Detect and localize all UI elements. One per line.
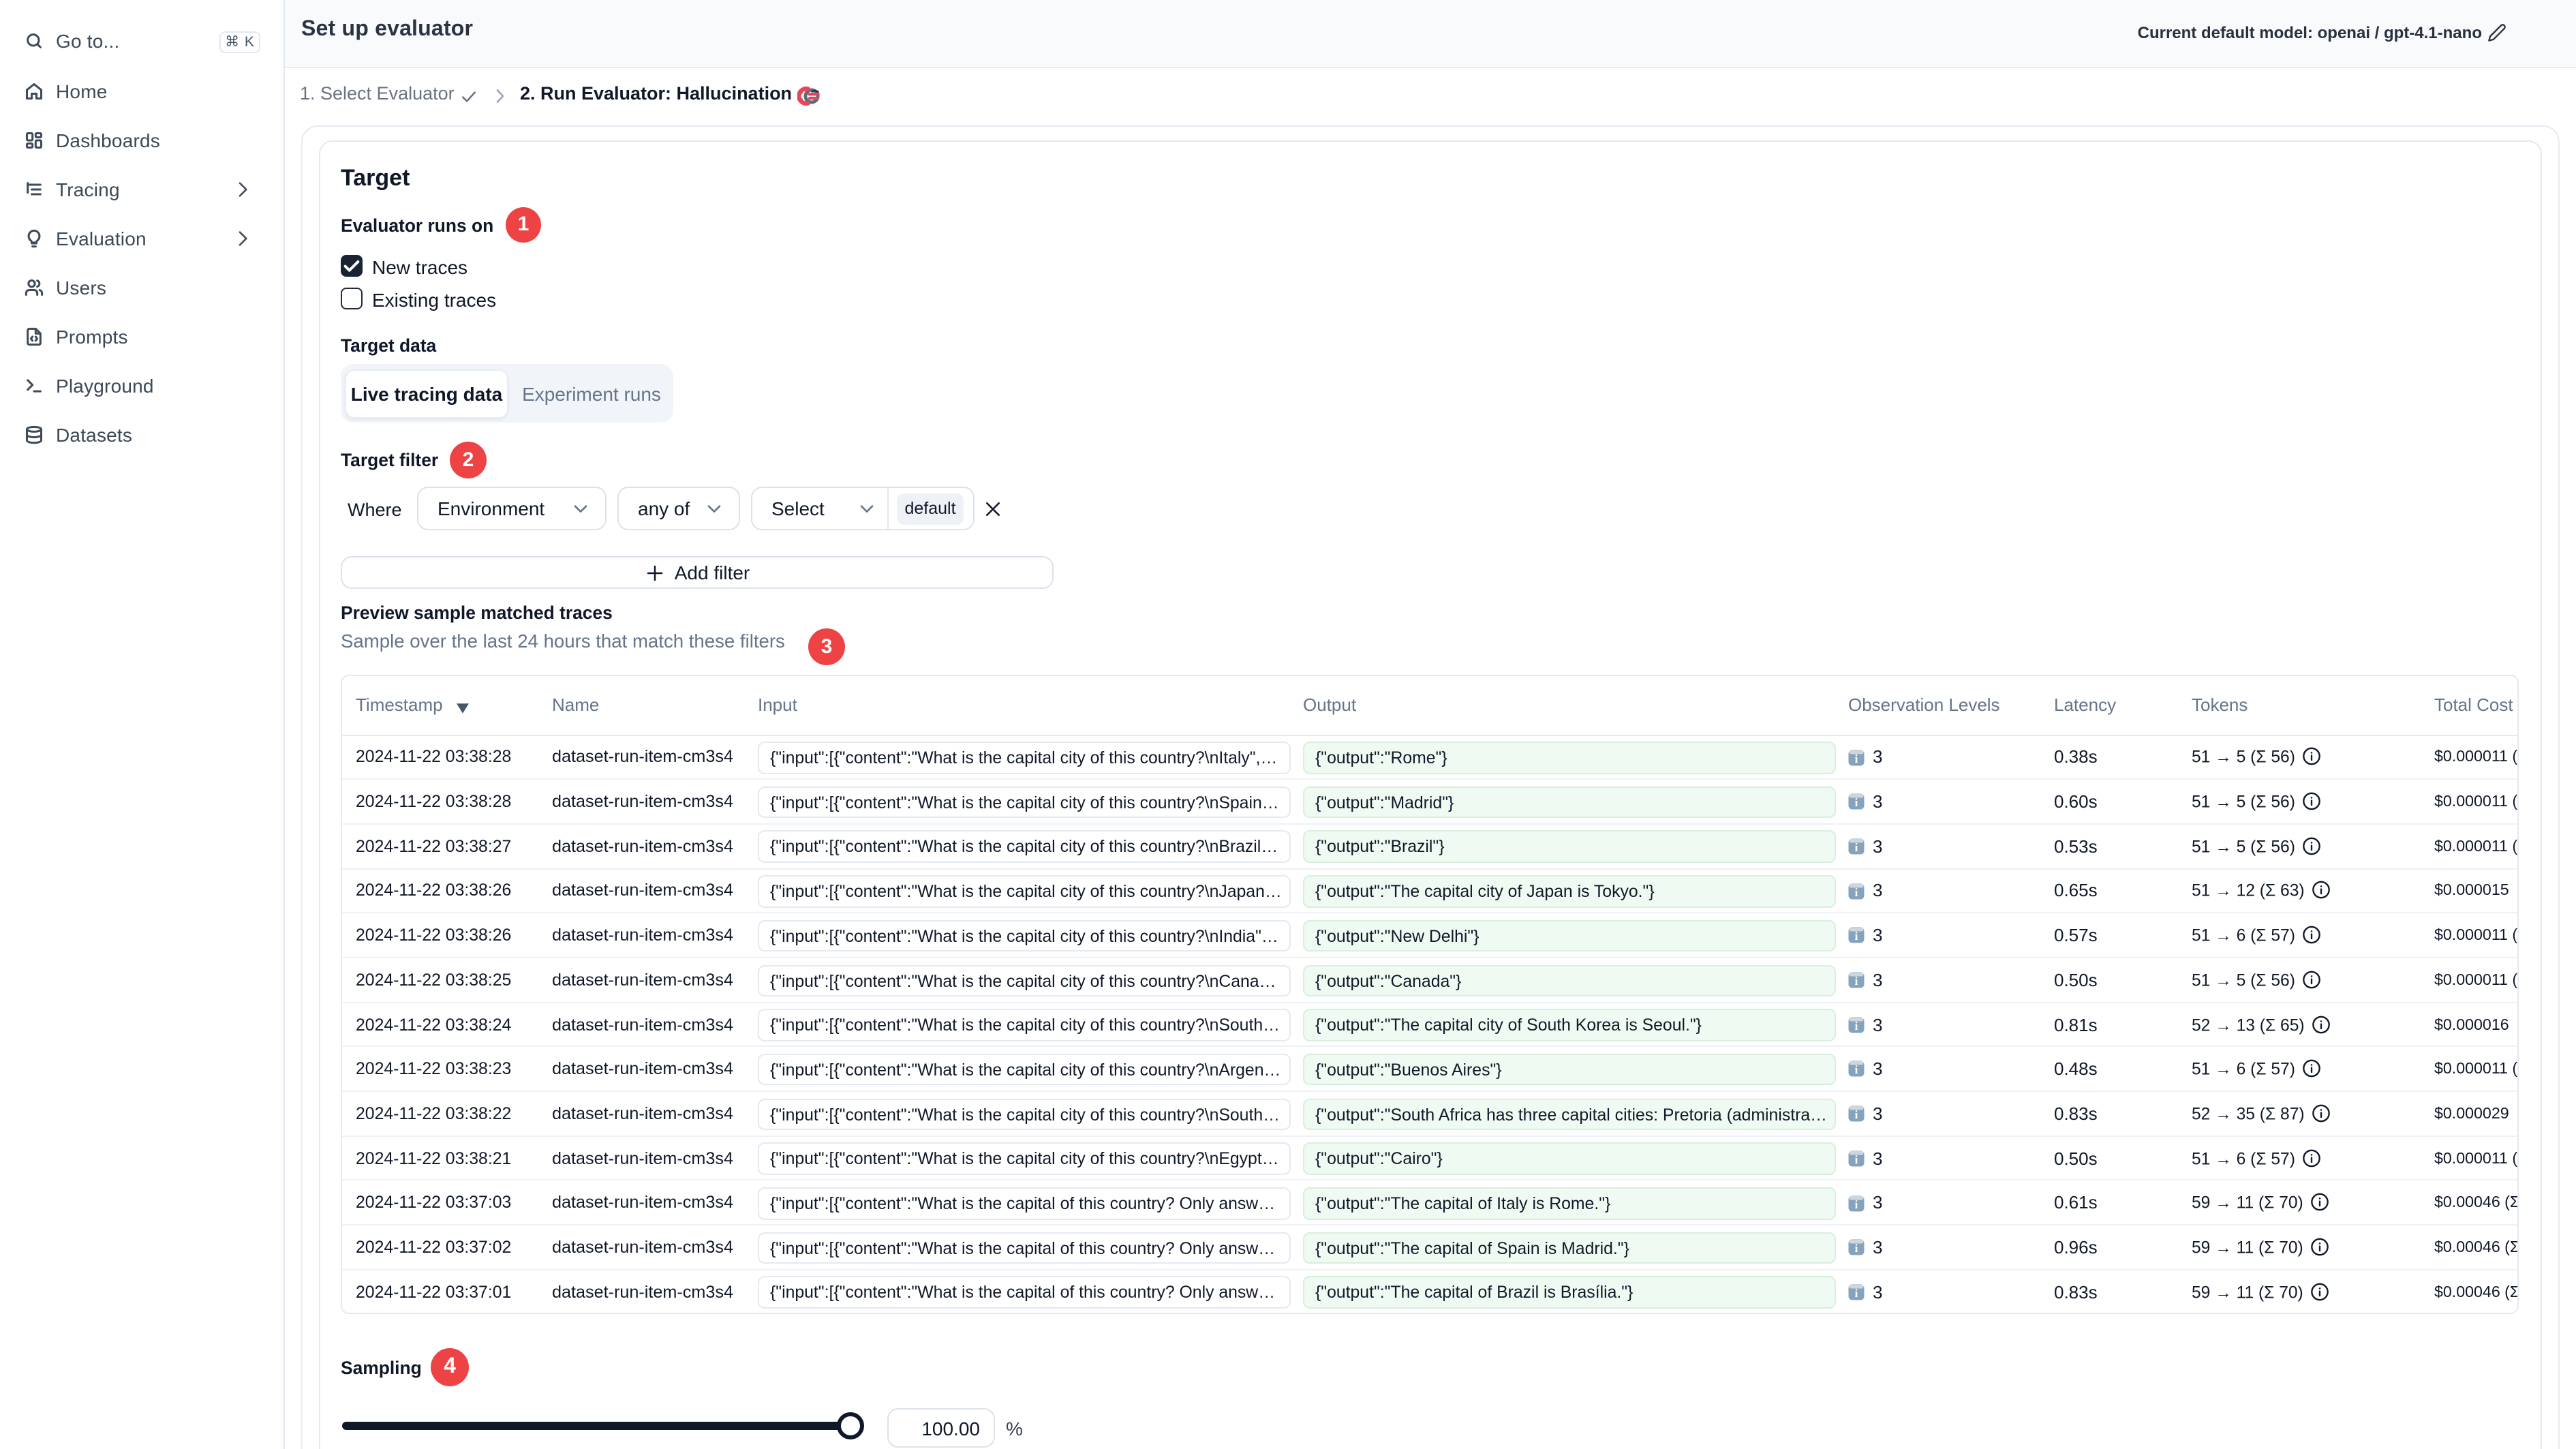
svg-text:i: i: [1855, 975, 1858, 988]
svg-text:i: i: [1855, 930, 1858, 943]
svg-text:i: i: [1855, 885, 1858, 898]
svg-text:i: i: [1855, 841, 1858, 854]
svg-text:i: i: [1855, 752, 1858, 765]
svg-text:i: i: [1855, 1019, 1858, 1032]
svg-text:i: i: [1855, 1242, 1858, 1255]
svg-text:i: i: [1855, 796, 1858, 809]
svg-text:i: i: [1855, 1064, 1858, 1077]
svg-text:i: i: [1855, 1153, 1858, 1166]
svg-text:i: i: [1855, 1108, 1858, 1121]
svg-text:i: i: [1855, 1287, 1858, 1300]
svg-text:i: i: [1855, 1198, 1858, 1210]
